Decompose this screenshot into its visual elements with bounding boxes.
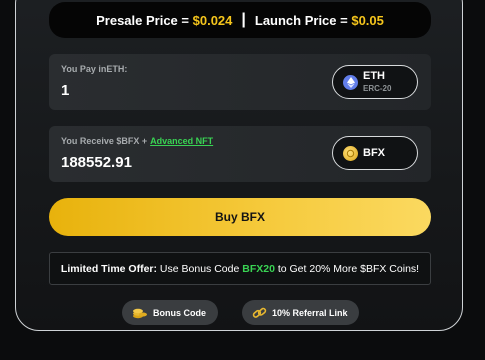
bonus-code-label: Bonus Code [153,307,206,318]
pay-token-network: ERC-20 [363,84,392,93]
pay-label: You Pay inETH: [61,64,128,74]
pay-amount-input[interactable] [61,82,301,99]
pay-token-selector[interactable]: ETH ERC-20 [332,65,418,99]
bonus-code-value: BFX20 [242,262,275,275]
receive-label-text: You Receive $BFX + [61,136,148,146]
advanced-nft-link[interactable]: Advanced NFT [150,136,213,146]
ethereum-icon [343,74,358,90]
limited-offer-banner: Limited Time Offer: Use Bonus Code BFX20… [49,252,431,285]
price-separator: | [241,11,246,28]
presale-price-label: Presale Price = [96,12,189,28]
price-banner: Presale Price = $0.024 | Launch Price = … [49,2,431,38]
link-icon [252,307,267,318]
bfx-coin-icon [343,145,358,161]
receive-panel: You Receive $BFX +Advanced NFT BFX [49,126,431,182]
coins-icon [133,308,147,319]
receive-amount-input[interactable] [61,154,301,171]
bonus-code-button[interactable]: Bonus Code [122,300,218,325]
receive-label: You Receive $BFX + Advanced NFT [61,136,213,146]
offer-lead: Limited Time Offer: [60,262,157,275]
launch-price-value: $0.05 [351,12,384,28]
buy-bfx-button[interactable]: Buy BFX [49,198,431,236]
presale-price-value: $0.024 [192,12,233,28]
offer-text-after: to Get 20% More $BFX Coins! [277,262,420,275]
pay-token-name: ETH [363,70,385,82]
receive-token-selector[interactable]: BFX [332,136,418,170]
pay-panel: You Pay inETH: ETH ERC-20 [49,54,431,110]
launch-price-label: Launch Price = [254,12,348,28]
referral-link-label: 10% Referral Link [272,307,348,318]
receive-token-name: BFX [363,146,385,159]
referral-link-button[interactable]: 10% Referral Link [242,300,359,325]
offer-text-before: Use Bonus Code [159,262,240,275]
